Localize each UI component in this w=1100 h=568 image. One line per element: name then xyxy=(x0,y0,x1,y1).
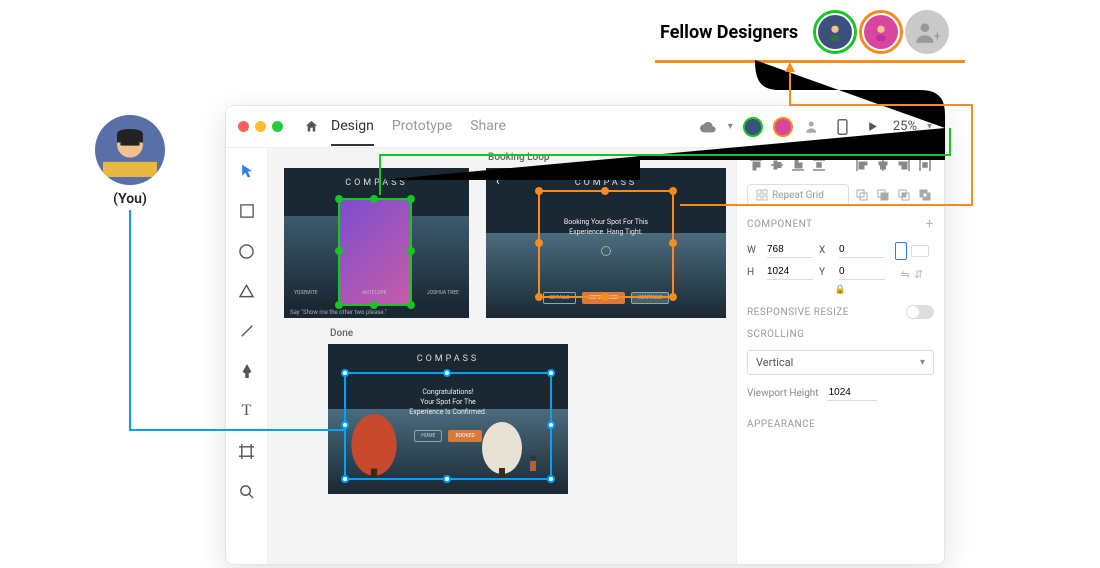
width-input[interactable] xyxy=(767,242,813,258)
scrolling-select[interactable]: Vertical ▾ xyxy=(747,350,934,375)
zoom-chevron-icon[interactable]: ▾ xyxy=(927,121,932,132)
cloud-icon[interactable] xyxy=(698,117,718,137)
x-input[interactable] xyxy=(839,242,885,258)
line-tool-icon[interactable] xyxy=(236,320,258,342)
align-horizontal-group xyxy=(853,156,934,174)
fellow-avatar-2 xyxy=(859,10,903,54)
responsive-toggle[interactable] xyxy=(906,305,934,319)
artboard-2-label: Booking Loop xyxy=(488,152,550,163)
svg-text:+: + xyxy=(934,30,941,45)
selection-orange[interactable] xyxy=(538,190,674,298)
collaborator-avatar-1[interactable] xyxy=(743,117,763,137)
boolean-exclude-icon[interactable] xyxy=(916,186,934,204)
polygon-tool-icon[interactable] xyxy=(236,280,258,302)
selection-green[interactable] xyxy=(338,198,412,306)
fellow-avatars: + xyxy=(813,10,949,54)
back-chevron-icon: ‹ xyxy=(496,174,500,188)
y-input[interactable] xyxy=(839,264,885,280)
invite-icon[interactable] xyxy=(803,117,823,137)
boolean-union-icon[interactable] xyxy=(853,186,871,204)
tab-prototype[interactable]: Prototype xyxy=(392,108,452,146)
zoom-level[interactable]: 25% xyxy=(893,119,917,134)
transform-controls: W X H Y xyxy=(747,242,885,280)
responsive-section-header: RESPONSIVE RESIZE xyxy=(747,305,934,319)
fellow-designers-callout: Fellow Designers + xyxy=(660,10,949,54)
rectangle-tool-icon[interactable] xyxy=(236,200,258,222)
repeat-grid-button[interactable]: Repeat Grid xyxy=(747,184,849,206)
align-right-icon[interactable] xyxy=(895,156,913,174)
artboard-2[interactable]: Booking Loop ‹ COMPASS Booking Your Spot… xyxy=(486,168,726,318)
scrolling-section-header: SCROLLING xyxy=(747,329,934,340)
inspector-panel: Repeat Grid COMPONENT + W X H Y xyxy=(736,148,944,564)
tab-share[interactable]: Share xyxy=(470,108,506,146)
zoom-tool-icon[interactable] xyxy=(236,480,258,502)
align-top-icon[interactable] xyxy=(747,156,765,174)
tools-toolbar: T xyxy=(226,148,268,564)
align-left-icon[interactable] xyxy=(853,156,871,174)
mode-tabs: Design Prototype Share xyxy=(331,108,506,146)
flip-h-icon[interactable]: ⇋ xyxy=(901,268,910,281)
viewport-height-input[interactable] xyxy=(827,385,877,401)
flip-v-icon[interactable]: ⇵ xyxy=(914,268,923,281)
distribute-h-icon[interactable] xyxy=(916,156,934,174)
device-preview-icon[interactable] xyxy=(833,117,853,137)
artboard-1[interactable]: COMPASS Say "Show me the other two pleas… xyxy=(284,168,469,318)
fellow-designers-label: Fellow Designers xyxy=(660,22,798,43)
fellow-avatar-1 xyxy=(813,10,857,54)
artboard-3[interactable]: Done COMPASS Congratulations! Your Spot … xyxy=(328,344,568,494)
ellipse-tool-icon[interactable] xyxy=(236,240,258,262)
titlebar: Design Prototype Share ▾ 25% ▾ xyxy=(226,106,944,148)
pen-tool-icon[interactable] xyxy=(236,360,258,382)
height-input[interactable] xyxy=(767,264,813,280)
you-avatar xyxy=(95,115,165,185)
minimize-window-icon[interactable] xyxy=(255,121,266,132)
landscape-button[interactable] xyxy=(911,245,929,257)
you-callout: (You) xyxy=(95,115,165,207)
play-icon[interactable] xyxy=(863,117,883,137)
select-tool-icon[interactable] xyxy=(236,160,258,182)
align-vertical-group xyxy=(747,156,828,174)
artboard-1-logo: COMPASS xyxy=(284,168,469,194)
tab-design[interactable]: Design xyxy=(331,108,374,146)
fellow-underline xyxy=(655,60,965,63)
text-tool-icon[interactable]: T xyxy=(236,400,258,422)
align-hcenter-icon[interactable] xyxy=(874,156,892,174)
add-component-icon[interactable]: + xyxy=(926,216,934,232)
artboard-3-label: Done xyxy=(330,328,353,339)
home-icon[interactable] xyxy=(301,117,321,137)
appearance-section-header: APPEARANCE xyxy=(747,419,934,430)
artboard-1-footer: Say "Show me the other two please." xyxy=(290,309,387,316)
boolean-intersect-icon[interactable] xyxy=(895,186,913,204)
app-window: Design Prototype Share ▾ 25% ▾ xyxy=(225,105,945,565)
lock-aspect-icon[interactable]: 🔒 xyxy=(747,285,934,295)
portrait-button[interactable] xyxy=(895,242,907,260)
viewport-height-label: Viewport Height xyxy=(747,388,819,399)
collaborator-avatar-2[interactable] xyxy=(773,117,793,137)
distribute-v-icon[interactable] xyxy=(810,156,828,174)
cloud-chevron-icon[interactable]: ▾ xyxy=(728,121,733,132)
artboard-tool-icon[interactable] xyxy=(236,440,258,462)
add-collaborator-icon: + xyxy=(905,10,949,54)
align-vcenter-icon[interactable] xyxy=(768,156,786,174)
you-label: (You) xyxy=(95,191,165,207)
canvas[interactable]: COMPASS Say "Show me the other two pleas… xyxy=(268,148,736,564)
titlebar-right: ▾ 25% ▾ xyxy=(698,117,932,137)
window-controls[interactable] xyxy=(238,121,283,132)
selection-blue[interactable] xyxy=(344,372,552,480)
artboard-3-logo: COMPASS xyxy=(328,344,568,370)
component-section-header: COMPONENT + xyxy=(747,216,934,232)
maximize-window-icon[interactable] xyxy=(272,121,283,132)
close-window-icon[interactable] xyxy=(238,121,249,132)
align-bottom-icon[interactable] xyxy=(789,156,807,174)
boolean-subtract-icon[interactable] xyxy=(874,186,892,204)
